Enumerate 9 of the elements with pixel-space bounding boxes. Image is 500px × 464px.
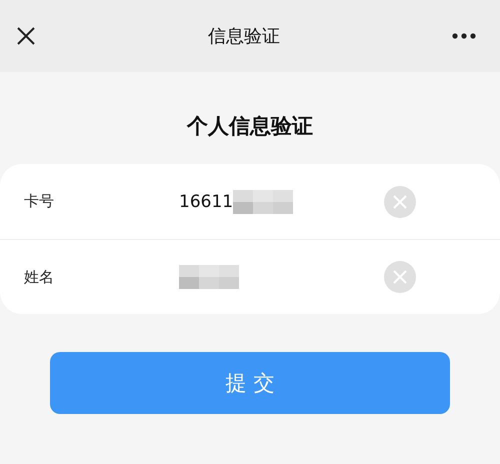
input-field[interactable]: 16611 [179,186,384,216]
clear-icon[interactable] [384,186,416,218]
close-icon[interactable] [16,26,36,46]
page-title: 信息验证 [208,25,280,48]
field-label: 卡号 [24,192,55,211]
more-icon[interactable] [452,33,476,39]
form-heading: 个人信息验证 [186,113,314,140]
clear-icon[interactable] [384,261,416,293]
field-label: 姓名 [24,268,55,286]
